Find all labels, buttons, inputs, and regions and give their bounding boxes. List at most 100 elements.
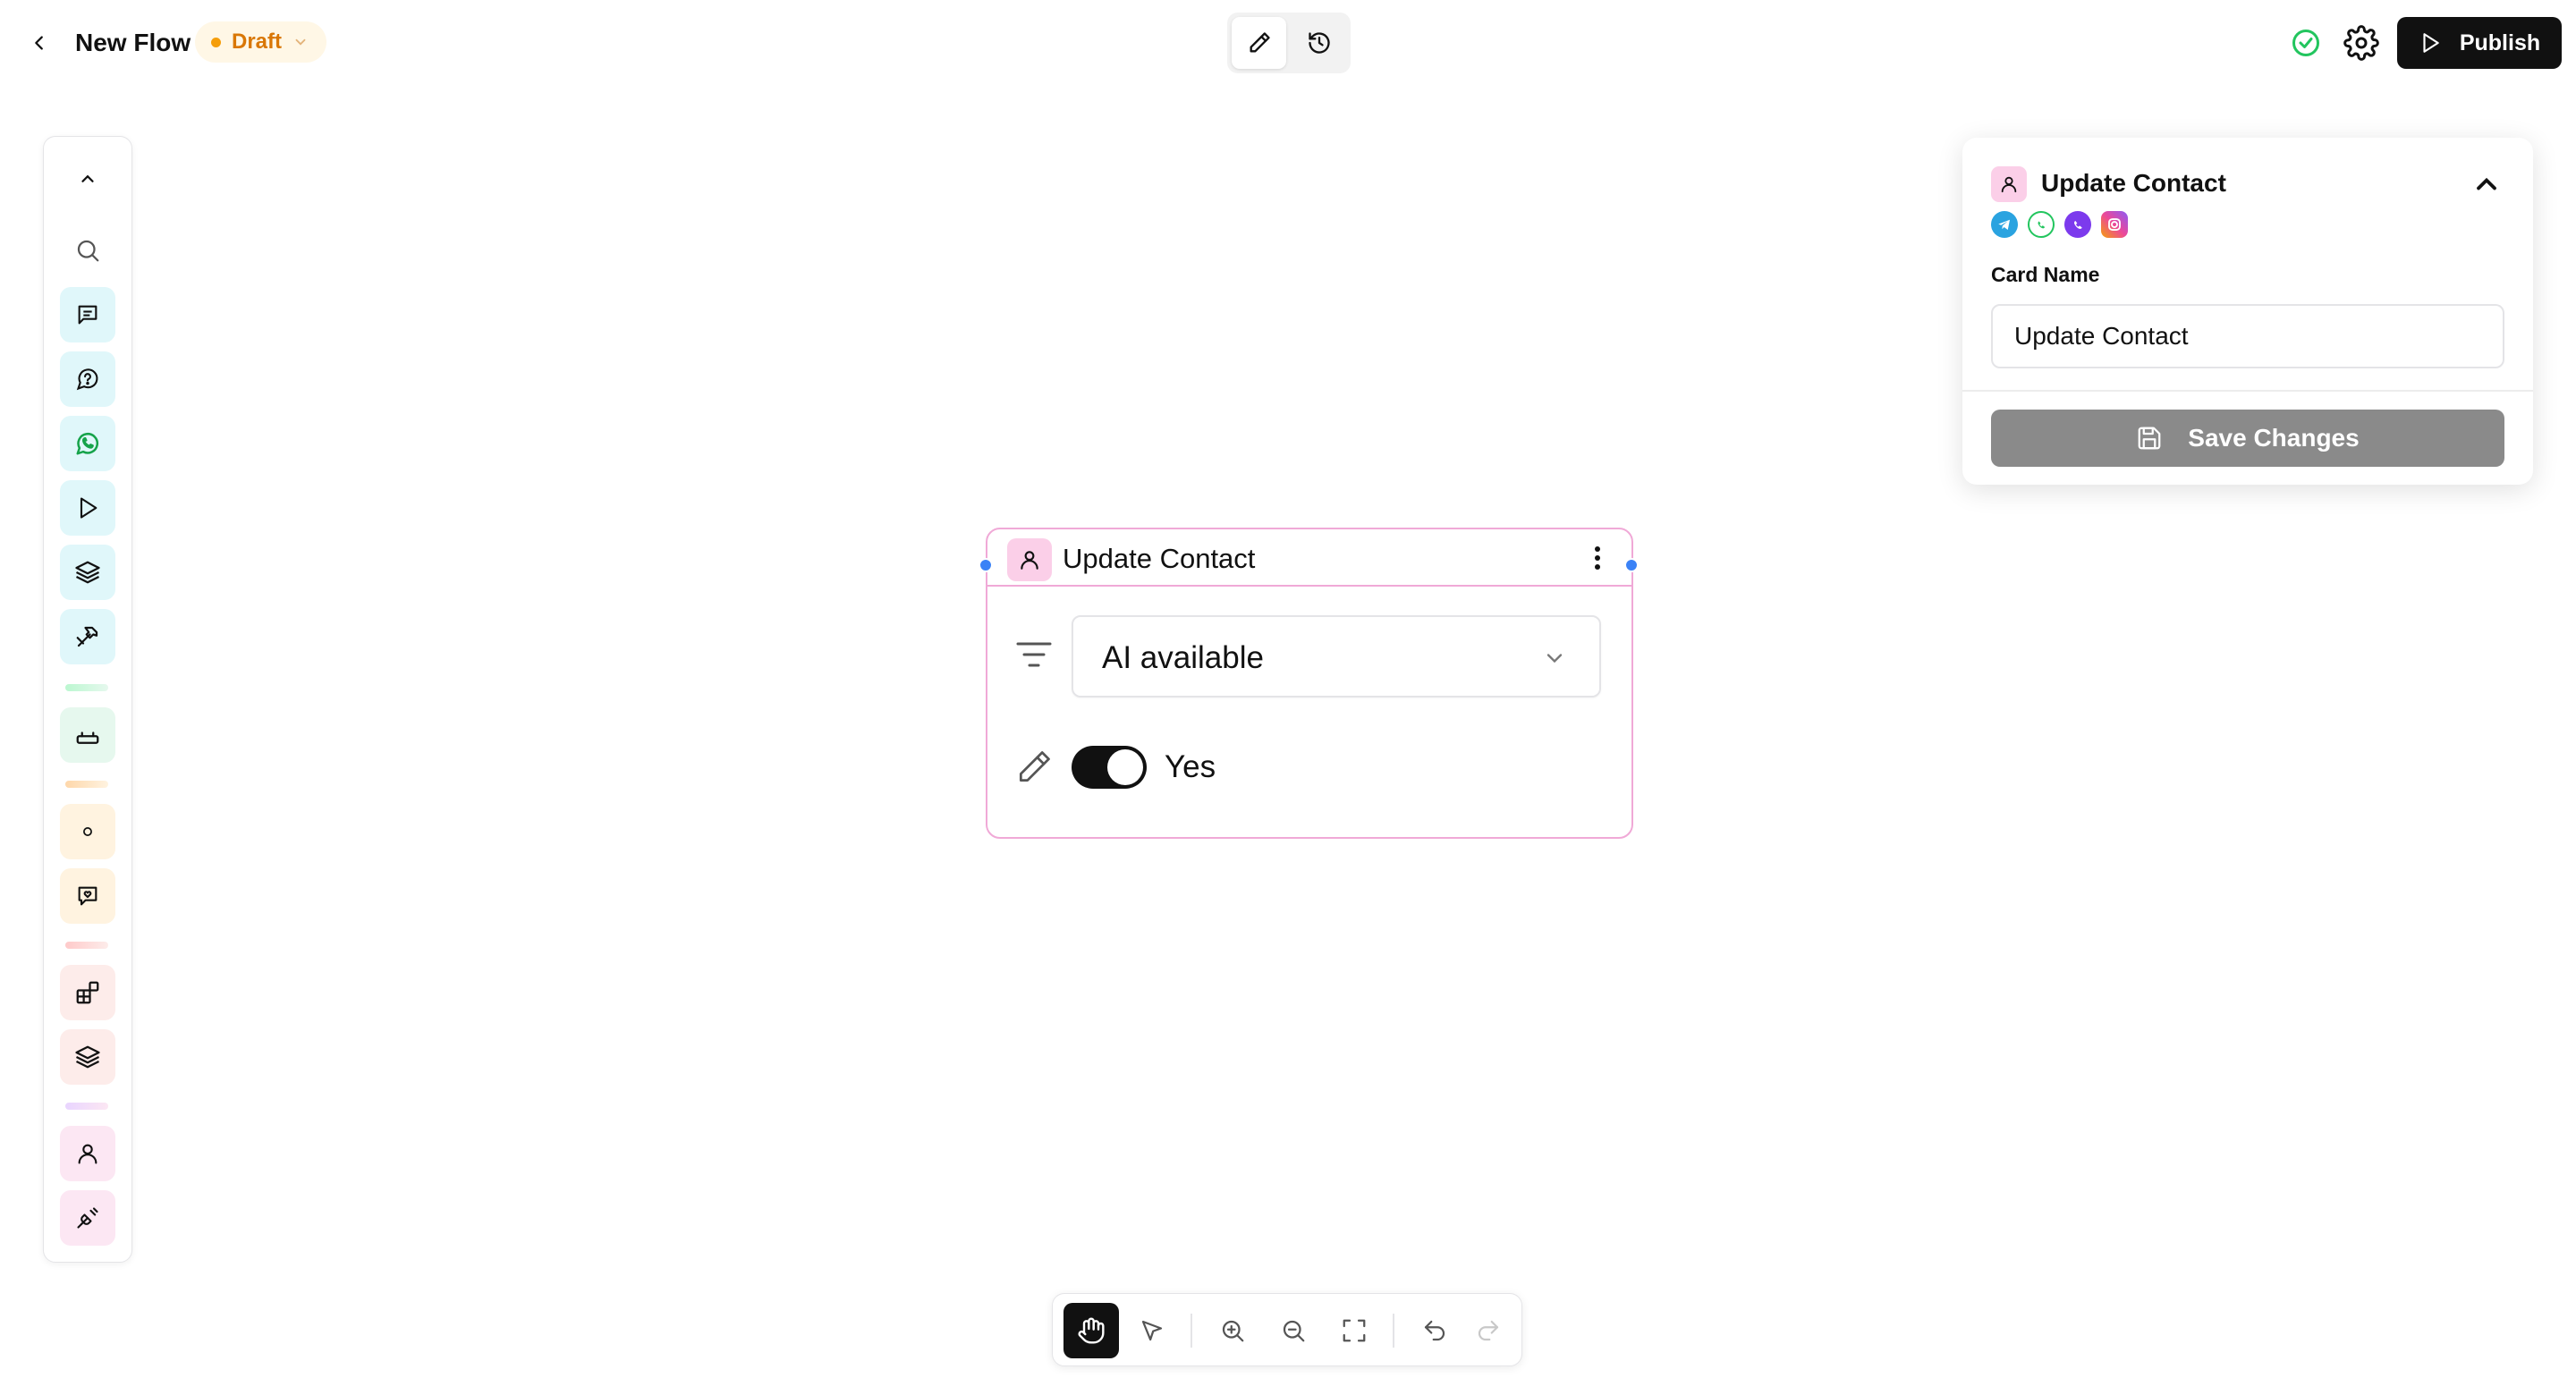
sidebar-item-question[interactable] (60, 351, 115, 407)
whatsapp-icon (2028, 211, 2055, 238)
message-square-icon (75, 302, 100, 327)
node-properties-panel: Update Contact Card Name Save Changes (1962, 138, 2533, 485)
zoom-in-icon (1219, 1317, 1246, 1344)
hand-icon (1077, 1316, 1106, 1345)
save-changes-button[interactable]: Save Changes (1991, 410, 2504, 467)
play-icon (2419, 31, 2442, 55)
status-badge[interactable]: Draft (195, 21, 327, 63)
viber-icon (2064, 211, 2091, 238)
panel-collapse-button[interactable] (2470, 168, 2503, 200)
save-icon (2136, 425, 2163, 452)
redo-button[interactable] (1461, 1303, 1516, 1358)
toolbar-divider (1393, 1314, 1394, 1348)
value-toggle[interactable] (1072, 746, 1147, 789)
layers-icon (74, 1044, 101, 1070)
chevron-up-icon (78, 169, 97, 189)
chevron-down-icon (1542, 646, 1567, 671)
settings-button[interactable] (2343, 25, 2379, 61)
node-title: Update Contact (1063, 543, 1256, 574)
node-header: Update Contact (987, 529, 1631, 587)
user-icon (1991, 166, 2027, 202)
user-icon (75, 1141, 100, 1166)
channel-list (1991, 211, 2128, 238)
zoom-out-icon (1280, 1317, 1307, 1344)
node-input-handle[interactable] (979, 558, 993, 572)
fit-view-icon (1341, 1317, 1368, 1344)
filter-icon (1014, 638, 1054, 671)
sidebar-item-tools[interactable] (60, 609, 115, 664)
node-menu-button[interactable] (1583, 542, 1612, 574)
sidebar-item-start[interactable] (60, 480, 115, 536)
chevron-up-icon (2470, 168, 2503, 200)
panel-title: Update Contact (2041, 169, 2226, 197)
card-name-label: Card Name (1991, 263, 2100, 286)
router-icon (74, 722, 101, 748)
status-badge-label: Draft (232, 30, 283, 54)
card-name-input[interactable] (1991, 304, 2504, 368)
contact-field-select[interactable]: AI available (1072, 615, 1601, 698)
pencil-icon (1247, 30, 1272, 55)
message-question-icon (75, 367, 100, 392)
pencil-icon (1014, 748, 1054, 787)
node-output-handle[interactable] (1624, 558, 1639, 572)
dot-icon (81, 825, 94, 838)
undo-button[interactable] (1407, 1303, 1462, 1358)
toggle-label: Yes (1165, 749, 1216, 784)
contact-field-select-value: AI available (1102, 640, 1264, 675)
pointer-icon (1139, 1317, 1165, 1344)
sidebar-item-blocks[interactable] (60, 965, 115, 1020)
status-dot (211, 37, 221, 47)
toggle-knob (1107, 749, 1143, 785)
sidebar-divider (65, 684, 108, 691)
sidebar-item-contact[interactable] (60, 1126, 115, 1181)
undo-icon (1421, 1317, 1448, 1344)
sidebar-item-router[interactable] (60, 707, 115, 763)
back-button[interactable] (21, 25, 57, 61)
canvas-toolbar (1052, 1293, 1522, 1366)
gear-icon (2343, 25, 2379, 61)
history-icon (1307, 30, 1332, 55)
save-changes-label: Save Changes (2188, 424, 2360, 452)
toolbar-divider (1191, 1314, 1192, 1348)
sidebar-divider (65, 942, 108, 949)
panel-divider (1962, 390, 2533, 392)
publish-label: Publish (2459, 30, 2541, 55)
play-icon (75, 495, 100, 520)
flow-node-update-contact[interactable]: Update Contact AI available Yes (986, 528, 1633, 839)
sidebar-item-whatsapp[interactable] (60, 416, 115, 471)
flow-title: New Flow (75, 29, 191, 56)
zoom-in-button[interactable] (1205, 1303, 1260, 1358)
zoom-out-button[interactable] (1266, 1303, 1321, 1358)
search-icon (74, 237, 101, 264)
layers-icon (74, 559, 101, 586)
chevron-left-icon (30, 33, 49, 53)
blocks-icon (74, 979, 101, 1006)
node-palette-sidebar (43, 136, 132, 1263)
sidebar-item-integration[interactable] (60, 1190, 115, 1246)
more-vertical-icon (1594, 546, 1601, 570)
sidebar-item-feedback[interactable] (60, 868, 115, 924)
sidebar-collapse-button[interactable] (60, 151, 115, 207)
message-heart-icon (75, 884, 100, 909)
hand-tool-button[interactable] (1063, 1303, 1119, 1358)
history-mode-button[interactable] (1292, 17, 1346, 69)
sidebar-item-stack[interactable] (60, 1029, 115, 1085)
telegram-icon (1991, 211, 2018, 238)
fit-view-button[interactable] (1326, 1303, 1382, 1358)
select-tool-button[interactable] (1124, 1303, 1180, 1358)
publish-button[interactable]: Publish (2397, 17, 2562, 69)
edit-mode-button[interactable] (1232, 17, 1286, 69)
user-icon (1007, 538, 1052, 581)
hammer-icon (74, 623, 101, 650)
check-circle-icon (2290, 27, 2322, 59)
instagram-icon (2101, 211, 2128, 238)
redo-icon (1475, 1317, 1502, 1344)
chevron-down-icon (292, 34, 309, 50)
sidebar-item-dot[interactable] (60, 804, 115, 859)
sidebar-item-message[interactable] (60, 287, 115, 342)
sidebar-item-layers[interactable] (60, 545, 115, 600)
sidebar-search-button[interactable] (60, 223, 115, 278)
sidebar-divider (65, 781, 108, 788)
plug-icon (75, 1205, 100, 1230)
mode-toggle (1227, 13, 1351, 73)
